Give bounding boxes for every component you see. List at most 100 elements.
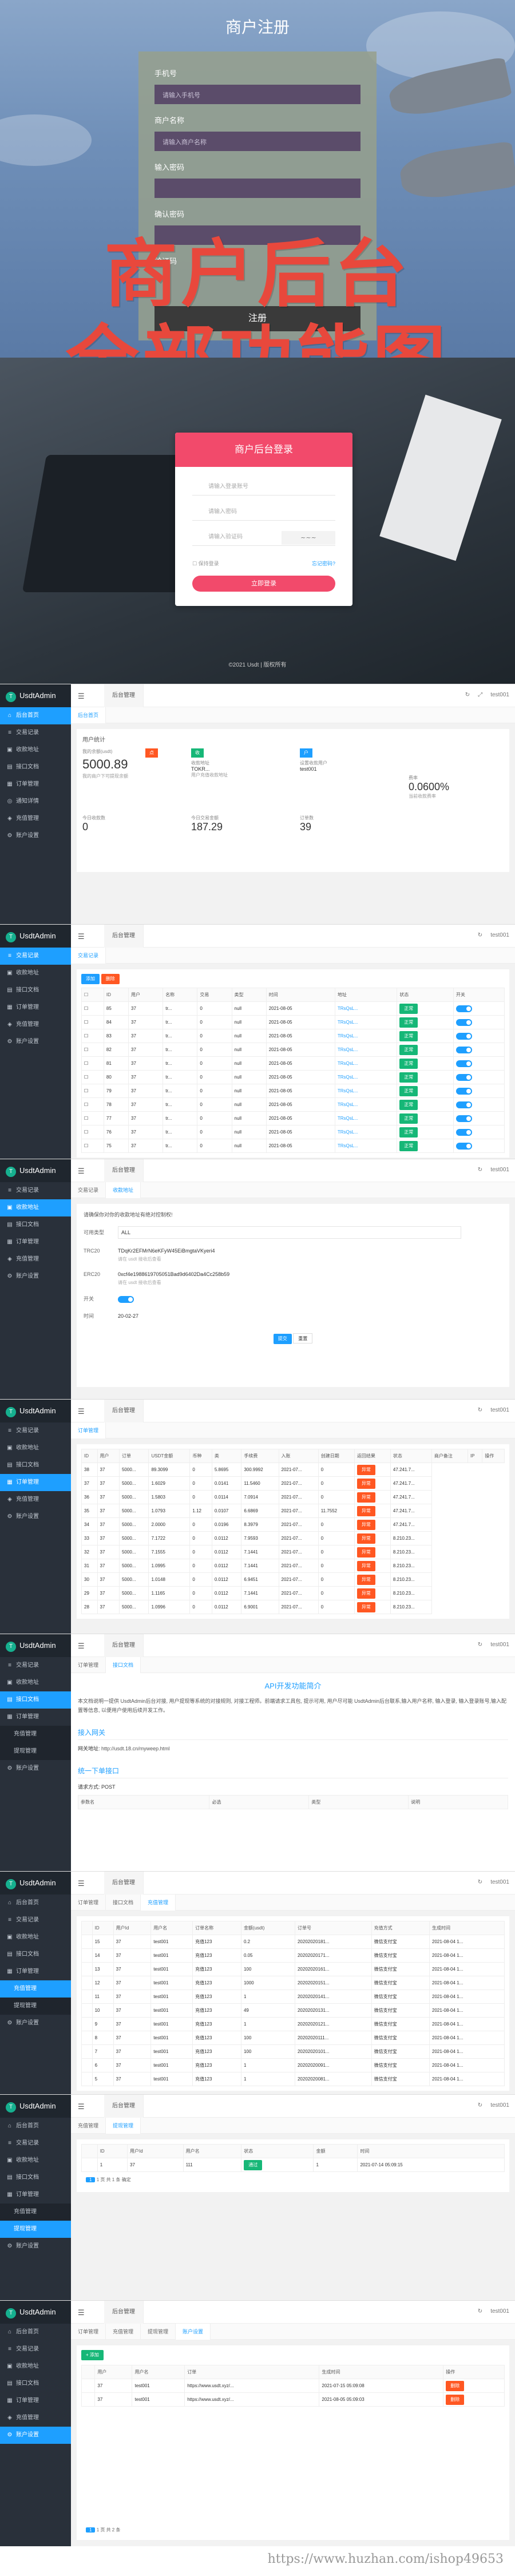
menu-item[interactable]: ▣ 收款地址 (0, 1440, 71, 1457)
table-row[interactable]: 33 37 5000... 7.1722 0 0.0112 7.9593 2021-07...… (81, 1531, 505, 1545)
checkbox-header[interactable]: ☐ (81, 988, 104, 1002)
row-checkbox[interactable]: ☐ (81, 1029, 104, 1043)
user-name[interactable]: test001 (490, 692, 509, 698)
menu-item[interactable]: ⌂ 后台首页 (0, 2118, 71, 2135)
user-name[interactable]: test001 (490, 932, 509, 938)
tab-api-doc[interactable]: 接口文档 (106, 1895, 141, 1911)
trc20-address[interactable]: TDqKr2EFMrN6eKFyW45EiBmgtaVKyeri4 (118, 1248, 215, 1254)
menu-subitem[interactable]: 提现管理 (0, 2221, 71, 2238)
tab-withdraw[interactable]: 提现管理 (106, 2118, 141, 2134)
menu-subitem[interactable]: 充值管理 (0, 1726, 71, 1743)
menu-subitem[interactable]: 充值管理 (0, 2204, 71, 2221)
page-number[interactable]: 1 (86, 2527, 96, 2533)
refresh-icon[interactable]: ↻ (465, 692, 470, 698)
table-row[interactable]: ☐ 77 37 tr... 0 null 2021-08-05 TRsQsL... 正常 (81, 1111, 505, 1125)
menu-subitem[interactable]: 提现管理 (0, 1743, 71, 1760)
password-input[interactable] (154, 179, 360, 198)
refresh-icon[interactable]: ↻ (478, 1167, 482, 1173)
refresh-icon[interactable]: ↻ (478, 1642, 482, 1648)
row-toggle[interactable] (455, 1060, 472, 1067)
login-password-input[interactable]: 请输入密码 (192, 504, 335, 521)
table-row[interactable]: ☐ 78 37 tr... 0 null 2021-08-05 TRsQsL... 正常 (81, 1097, 505, 1112)
menu-item[interactable]: ▦ 订单管理 (0, 1709, 71, 1726)
tab-api-doc[interactable]: 接口文档 (106, 1657, 141, 1673)
tab-transactions[interactable]: 交易记录 (71, 948, 106, 964)
menu-item[interactable]: ▣ 收款地址 (0, 2152, 71, 2169)
menu-toggle-icon[interactable]: ☰ (78, 1879, 85, 1888)
menu-item[interactable]: ▦ 订单管理 (0, 999, 71, 1016)
tab-account[interactable]: 账户设置 (176, 2324, 211, 2340)
menu-item[interactable]: ≡ 交易记录 (0, 724, 71, 742)
add-button[interactable]: + 添加 (81, 2350, 104, 2360)
row-checkbox[interactable]: ☐ (81, 1070, 104, 1084)
tab-withdraw[interactable]: 提现管理 (141, 2324, 176, 2340)
user-name[interactable]: test001 (490, 1407, 509, 1413)
refresh-icon[interactable]: ↻ (478, 2102, 482, 2109)
menu-item[interactable]: ▦ 订单管理 (0, 2186, 71, 2204)
table-row[interactable]: 6 37 test001 充值123 1 20202020091... 微信支付宝 2021-… (81, 2058, 505, 2072)
menu-item[interactable]: ▤ 接口文档 (0, 1691, 71, 1709)
row-checkbox[interactable]: ☐ (81, 1097, 104, 1112)
table-row[interactable]: 5 37 test001 充值123 1 20202020081... 微信支付宝 2021-… (81, 2072, 505, 2086)
table-row[interactable]: ☐ 80 37 tr... 0 null 2021-08-05 TRsQsL... 正常 (81, 1070, 505, 1084)
row-checkbox[interactable]: ☐ (81, 1056, 104, 1071)
table-row[interactable]: ☐ 82 37 tr... 0 null 2021-08-05 TRsQsL... 正常 (81, 1043, 505, 1057)
table-row[interactable]: ☐ 83 37 tr... 0 null 2021-08-05 TRsQsL... 正常 (81, 1029, 505, 1043)
table-row[interactable]: ☐ 79 37 tr... 0 null 2021-08-05 TRsQsL... 正常 (81, 1084, 505, 1098)
menu-toggle-icon[interactable]: ☰ (78, 1642, 85, 1651)
table-row[interactable]: 32 37 5000... 7.1555 0 0.0112 7.1441 2021-07...… (81, 1545, 505, 1559)
menu-item[interactable]: ▤ 接口文档 (0, 2169, 71, 2186)
tab-orders[interactable]: 订单管理 (71, 1657, 106, 1673)
table-row[interactable]: 7 37 test001 充值123 100 20202020101... 微信支付宝 202… (81, 2044, 505, 2059)
menu-item[interactable]: ≡ 交易记录 (0, 2341, 71, 2358)
tab-orders[interactable]: 订单管理 (71, 2324, 106, 2340)
tab-orders[interactable]: 订单管理 (71, 1422, 106, 1438)
login-button[interactable]: 立即登录 (192, 576, 335, 592)
menu-item[interactable]: ▣ 收款地址 (0, 1199, 71, 1216)
table-row[interactable]: 11 37 test001 充值123 1 20202020141... 微信支付宝 2021… (81, 1990, 505, 2004)
fullscreen-icon[interactable]: ⤢ (478, 692, 482, 698)
menu-item[interactable]: ⚙ 账户设置 (0, 827, 71, 845)
tab-recharge[interactable]: 充值管理 (71, 2118, 106, 2134)
table-row[interactable]: ☐ 75 37 tr... 0 null 2021-08-05 TRsQsL... 正常 (81, 1139, 505, 1153)
row-checkbox[interactable]: ☐ (81, 1125, 104, 1139)
menu-item[interactable]: ▤ 接口文档 (0, 2375, 71, 2392)
menu-item[interactable]: ⌂ 后台首页 (0, 2324, 71, 2341)
menu-item[interactable]: ≡ 交易记录 (0, 1422, 71, 1440)
table-row[interactable]: 37 37 5000... 1.6029 0 0.0141 11.5460 2021-07..… (81, 1476, 505, 1491)
user-name[interactable]: test001 (490, 1167, 509, 1173)
menu-item[interactable]: ≡ 交易记录 (0, 2135, 71, 2152)
menu-item[interactable]: ⚙ 账户设置 (0, 1508, 71, 1525)
table-row[interactable]: 38 37 5000... 89.3099 0 5.8695 300.9992 2021-07… (81, 1463, 505, 1477)
refresh-icon[interactable]: ↻ (478, 1407, 482, 1413)
table-row[interactable]: 13 37 test001 充值123 100 20202020161... 微信支付宝 20… (81, 1962, 505, 1976)
menu-item[interactable]: ▤ 接口文档 (0, 982, 71, 999)
row-toggle[interactable] (455, 1115, 472, 1122)
row-toggle[interactable] (455, 1005, 472, 1012)
menu-item[interactable]: ◈ 充值管理 (0, 1016, 71, 1033)
delete-button[interactable]: 删除 (446, 2380, 465, 2391)
menu-item[interactable]: ▦ 订单管理 (0, 1474, 71, 1491)
menu-toggle-icon[interactable]: ☰ (78, 1167, 85, 1176)
menu-item[interactable]: ◎ 通知详情 (0, 793, 71, 810)
table-row[interactable]: 8 37 test001 充值123 100 20202020111... 微信支付宝 202… (81, 2031, 505, 2045)
menu-item[interactable]: ▣ 收款地址 (0, 1929, 71, 1946)
menu-item[interactable]: ▣ 收款地址 (0, 1674, 71, 1691)
menu-item[interactable]: ⌂ 后台首页 (0, 1895, 71, 1912)
add-button[interactable]: 添加 (81, 974, 100, 984)
menu-item[interactable]: ≡ 交易记录 (0, 1912, 71, 1929)
tab-transactions[interactable]: 交易记录 (71, 1182, 106, 1198)
table-row[interactable]: 31 37 5000... 1.0995 0 0.0112 7.1441 2021-07...… (81, 1559, 505, 1573)
login-user-input[interactable]: 请输入登录账号 (192, 478, 335, 496)
menu-item[interactable]: ▦ 订单管理 (0, 1963, 71, 1980)
menu-item[interactable]: ⚙ 账户设置 (0, 2238, 71, 2255)
table-row[interactable]: 9 37 test001 充值123 1 20202020121... 微信支付宝 2021-… (81, 2017, 505, 2031)
submit-button[interactable]: 提交 (273, 1333, 292, 1344)
row-toggle[interactable] (455, 1128, 472, 1136)
home-tab[interactable]: 后台管理 (104, 2301, 144, 2324)
delete-button[interactable]: 删除 (101, 974, 120, 984)
user-name[interactable]: test001 (490, 1642, 509, 1648)
row-checkbox[interactable]: ☐ (81, 1111, 104, 1125)
menu-item[interactable]: ≡ 交易记录 (0, 1182, 71, 1199)
menu-item[interactable]: ⌂ 后台首页 (0, 707, 71, 724)
